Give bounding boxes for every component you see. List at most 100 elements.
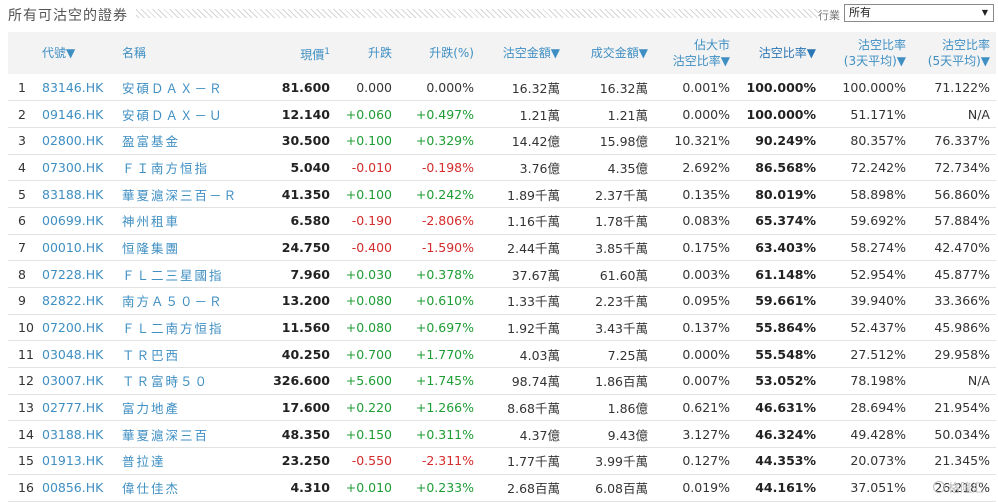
price-change: +0.080 bbox=[336, 288, 398, 315]
price-change-pct: +1.745% bbox=[398, 368, 480, 395]
col-change-pct[interactable]: 升跌(%) bbox=[398, 32, 480, 74]
table-row[interactable]: 807228.HKＦＬ二三星國指7.960+0.030+0.378%37.67萬… bbox=[8, 261, 996, 288]
row-index: 5 bbox=[8, 181, 36, 208]
col-change[interactable]: 升跌 bbox=[336, 32, 398, 74]
stock-name-link[interactable]: ＴＲ巴西 bbox=[116, 341, 256, 368]
table-row[interactable]: 209146.HK安碩ＤＡＸ－Ｕ12.140+0.060+0.497%1.21萬… bbox=[8, 101, 996, 128]
stock-name-link[interactable]: ＦＬ二三星國指 bbox=[116, 261, 256, 288]
stock-name-link[interactable]: 安碩ＤＡＸ－Ｕ bbox=[116, 101, 256, 128]
price-change: +0.060 bbox=[336, 101, 398, 128]
price-change: +0.030 bbox=[336, 261, 398, 288]
stock-code-link[interactable]: 07200.HK bbox=[36, 314, 116, 341]
table-row[interactable]: 1501913.HK普拉達23.250-0.550-2.311%1.77千萬3.… bbox=[8, 448, 996, 475]
stock-code-link[interactable]: 03007.HK bbox=[36, 368, 116, 395]
current-price: 13.200 bbox=[256, 288, 336, 315]
stock-code-link[interactable]: 82822.HK bbox=[36, 288, 116, 315]
row-index: 4 bbox=[8, 154, 36, 181]
stock-code-link[interactable]: 03188.HK bbox=[36, 421, 116, 448]
col-short-ratio-5d-l1: 沽空比率 bbox=[942, 38, 990, 52]
market-short-ratio: 0.000% bbox=[654, 101, 736, 128]
short-ratio-5d-avg: 21.345% bbox=[912, 448, 996, 475]
market-short-ratio: 0.137% bbox=[654, 314, 736, 341]
stock-name-link[interactable]: 普拉達 bbox=[116, 448, 256, 475]
dropdown-arrow-icon: ▼ bbox=[982, 5, 988, 21]
current-price: 326.600 bbox=[256, 368, 336, 395]
price-change: -0.400 bbox=[336, 234, 398, 261]
col-short-ratio-3d[interactable]: 沽空比率(3天平均)▼ bbox=[822, 32, 912, 74]
table-row[interactable]: 1302777.HK富力地產17.600+0.220+1.266%8.68千萬1… bbox=[8, 394, 996, 421]
current-price: 4.310 bbox=[256, 474, 336, 501]
price-change: -0.550 bbox=[336, 448, 398, 475]
industry-select[interactable]: 所有 ▼ bbox=[844, 4, 994, 22]
col-market-short-ratio[interactable]: 佔大市沽空比率▼ bbox=[654, 32, 736, 74]
stock-code-link[interactable]: 09146.HK bbox=[36, 101, 116, 128]
price-change: -0.010 bbox=[336, 154, 398, 181]
table-row[interactable]: 1203007.HKＴＲ富時５０326.600+5.600+1.745%98.7… bbox=[8, 368, 996, 395]
col-short-amount[interactable]: 沽空金額▼ bbox=[480, 32, 566, 74]
price-change: +0.150 bbox=[336, 421, 398, 448]
col-short-ratio[interactable]: 沽空比率▼ bbox=[736, 32, 822, 74]
table-row[interactable]: 407300.HKＦＩ南方恒指5.040-0.010-0.198%3.76億4.… bbox=[8, 154, 996, 181]
stock-name-link[interactable]: 神州租車 bbox=[116, 207, 256, 234]
stock-code-link[interactable]: 00699.HK bbox=[36, 207, 116, 234]
stock-name-link[interactable]: ＦＬ二南方恒指 bbox=[116, 314, 256, 341]
price-change-pct: -0.198% bbox=[398, 154, 480, 181]
table-row[interactable]: 583188.HK華夏滬深三百－Ｒ41.350+0.100+0.242%1.89… bbox=[8, 181, 996, 208]
col-turnover[interactable]: 成交金額▼ bbox=[566, 32, 654, 74]
short-amount: 16.32萬 bbox=[480, 74, 566, 101]
stock-code-link[interactable]: 03048.HK bbox=[36, 341, 116, 368]
stock-name-link[interactable]: ＦＩ南方恒指 bbox=[116, 154, 256, 181]
stock-name-link[interactable]: 偉仕佳杰 bbox=[116, 474, 256, 501]
stock-code-link[interactable]: 83188.HK bbox=[36, 181, 116, 208]
stock-name-link[interactable]: 南方Ａ５０－Ｒ bbox=[116, 288, 256, 315]
row-index: 15 bbox=[8, 448, 36, 475]
turnover-amount: 3.43千萬 bbox=[566, 314, 654, 341]
short-ratio-3d-avg: 52.437% bbox=[822, 314, 912, 341]
stock-name-link[interactable]: 華夏滬深三百－Ｒ bbox=[116, 181, 256, 208]
stock-code-link[interactable]: 02800.HK bbox=[36, 127, 116, 154]
stock-name-link[interactable]: 盈富基金 bbox=[116, 127, 256, 154]
col-short-ratio-5d[interactable]: 沽空比率(5天平均)▼ bbox=[912, 32, 996, 74]
short-ratio-3d-avg: 20.073% bbox=[822, 448, 912, 475]
table-row[interactable]: 982822.HK南方Ａ５０－Ｒ13.200+0.080+0.610%1.33千… bbox=[8, 288, 996, 315]
short-ratio: 86.568% bbox=[736, 154, 822, 181]
table-row[interactable]: 600699.HK神州租車6.580-0.190-2.806%1.16千萬1.7… bbox=[8, 207, 996, 234]
col-code[interactable]: 代號▼ bbox=[36, 32, 116, 74]
table-row[interactable]: 1403188.HK華夏滬深三百48.350+0.150+0.311%4.37億… bbox=[8, 421, 996, 448]
table-row[interactable]: 1007200.HKＦＬ二南方恒指11.560+0.080+0.697%1.92… bbox=[8, 314, 996, 341]
market-short-ratio: 0.003% bbox=[654, 261, 736, 288]
short-ratio-5d-avg: N/A bbox=[912, 368, 996, 395]
short-ratio-5d-avg: 42.470% bbox=[912, 234, 996, 261]
current-price: 41.350 bbox=[256, 181, 336, 208]
short-ratio: 55.548% bbox=[736, 341, 822, 368]
stock-name-link[interactable]: 恒隆集團 bbox=[116, 234, 256, 261]
row-index: 3 bbox=[8, 127, 36, 154]
row-index: 8 bbox=[8, 261, 36, 288]
price-change: +0.010 bbox=[336, 474, 398, 501]
stock-code-link[interactable]: 02777.HK bbox=[36, 394, 116, 421]
stock-code-link[interactable]: 00010.HK bbox=[36, 234, 116, 261]
stock-name-link[interactable]: ＴＲ富時５０ bbox=[116, 368, 256, 395]
stock-code-link[interactable]: 01913.HK bbox=[36, 448, 116, 475]
col-short-ratio-3d-l1: 沽空比率 bbox=[858, 38, 906, 52]
stock-name-link[interactable]: 安碩ＤＡＸ－Ｒ bbox=[116, 74, 256, 101]
stock-name-link[interactable]: 華夏滬深三百 bbox=[116, 421, 256, 448]
page-title: 所有可沽空的證券 bbox=[8, 5, 136, 25]
table-row[interactable]: 1600856.HK偉仕佳杰4.310+0.010+0.233%2.68百萬6.… bbox=[8, 474, 996, 501]
price-change-pct: +0.378% bbox=[398, 261, 480, 288]
table-row[interactable]: 700010.HK恒隆集團24.750-0.400-1.590%2.44千萬3.… bbox=[8, 234, 996, 261]
current-price: 11.560 bbox=[256, 314, 336, 341]
table-row[interactable]: 1103048.HKＴＲ巴西40.250+0.700+1.770%4.03萬7.… bbox=[8, 341, 996, 368]
turnover-amount: 61.60萬 bbox=[566, 261, 654, 288]
table-row[interactable]: 302800.HK盈富基金30.500+0.100+0.329%14.42億15… bbox=[8, 127, 996, 154]
stock-name-link[interactable]: 富力地產 bbox=[116, 394, 256, 421]
stock-code-link[interactable]: 07228.HK bbox=[36, 261, 116, 288]
stock-code-link[interactable]: 07300.HK bbox=[36, 154, 116, 181]
table-row[interactable]: 183146.HK安碩ＤＡＸ－Ｒ81.6000.0000.000%16.32萬1… bbox=[8, 74, 996, 101]
turnover-amount: 3.99千萬 bbox=[566, 448, 654, 475]
col-name[interactable]: 名稱 bbox=[116, 32, 256, 74]
current-price: 12.140 bbox=[256, 101, 336, 128]
stock-code-link[interactable]: 83146.HK bbox=[36, 74, 116, 101]
col-price[interactable]: 現價1 bbox=[256, 32, 336, 74]
stock-code-link[interactable]: 00856.HK bbox=[36, 474, 116, 501]
